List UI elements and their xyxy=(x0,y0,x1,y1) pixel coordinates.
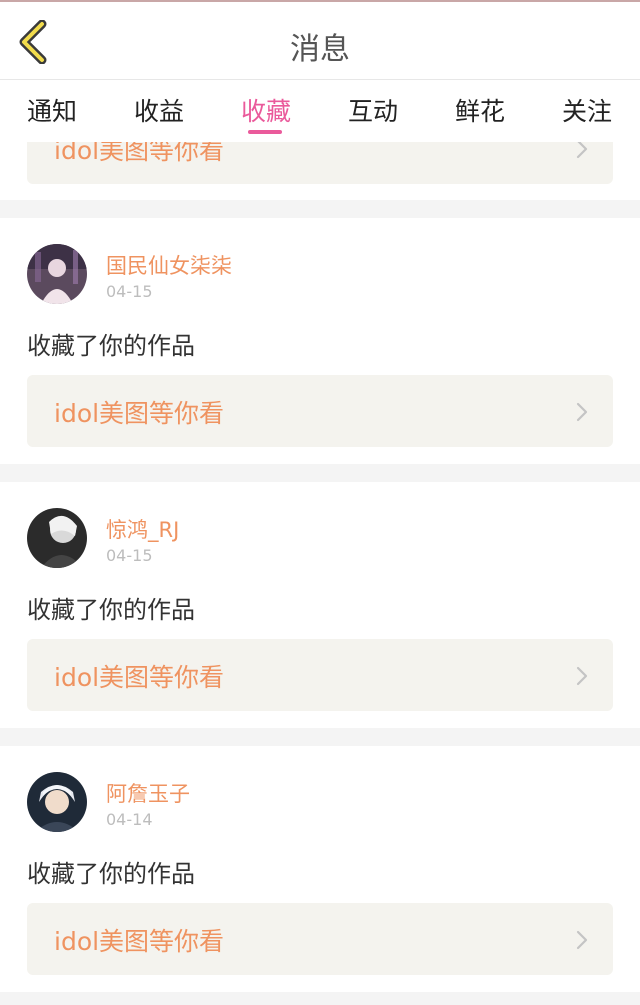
tab-bar: 通知 收益 收藏 互动 鲜花 关注 xyxy=(0,80,640,142)
tab-favorites[interactable]: 收藏 xyxy=(211,92,321,128)
message-action: 收藏了你的作品 xyxy=(27,332,195,360)
chevron-right-icon xyxy=(576,930,588,950)
tab-flowers[interactable]: 鲜花 xyxy=(425,92,535,128)
username[interactable]: 阿詹玉子 xyxy=(106,778,190,808)
chevron-right-icon xyxy=(576,666,588,686)
post-link-text: idol美图等你看 xyxy=(54,399,225,428)
list-item: 惊鸿_RJ 04-15 收藏了你的作品 idol美图等你看 xyxy=(0,482,640,728)
post-link-text: idol美图等你看 xyxy=(54,663,225,692)
page-title: 消息 xyxy=(290,32,350,67)
message-date: 04-14 xyxy=(106,810,153,829)
post-link-text: idol美图等你看 xyxy=(54,927,225,956)
chevron-right-icon xyxy=(576,402,588,422)
post-link[interactable]: idol美图等你看 xyxy=(27,639,613,711)
active-tab-indicator xyxy=(248,130,282,134)
message-date: 04-15 xyxy=(106,282,153,301)
message-date: 04-15 xyxy=(106,546,153,565)
list-item: 国民仙女柒柒 04-15 收藏了你的作品 idol美图等你看 xyxy=(0,218,640,464)
message-action: 收藏了你的作品 xyxy=(27,596,195,624)
avatar[interactable] xyxy=(27,772,87,832)
tab-notifications[interactable]: 通知 xyxy=(0,92,107,128)
username[interactable]: 惊鸿_RJ xyxy=(106,514,179,544)
message-action: 收藏了你的作品 xyxy=(27,860,195,888)
list-item: idol美图等你看 xyxy=(0,142,640,200)
avatar[interactable] xyxy=(27,508,87,568)
message-list[interactable]: idol美图等你看 国民仙女柒柒 04-15 收藏了你的作品 idol美图等你看 xyxy=(0,142,640,1005)
username[interactable]: 国民仙女柒柒 xyxy=(106,250,232,280)
tab-follows[interactable]: 关注 xyxy=(532,92,640,128)
post-link[interactable]: idol美图等你看 xyxy=(27,375,613,447)
avatar[interactable] xyxy=(27,244,87,304)
chevron-right-icon xyxy=(576,142,588,159)
header-bar: 消息 xyxy=(0,2,640,80)
post-link[interactable]: idol美图等你看 xyxy=(27,903,613,975)
post-link[interactable]: idol美图等你看 xyxy=(27,142,613,184)
tab-interactions[interactable]: 互动 xyxy=(318,92,428,128)
list-item: 阿詹玉子 04-14 收藏了你的作品 idol美图等你看 xyxy=(0,746,640,992)
post-link-text: idol美图等你看 xyxy=(54,142,225,165)
tab-earnings[interactable]: 收益 xyxy=(104,92,214,128)
